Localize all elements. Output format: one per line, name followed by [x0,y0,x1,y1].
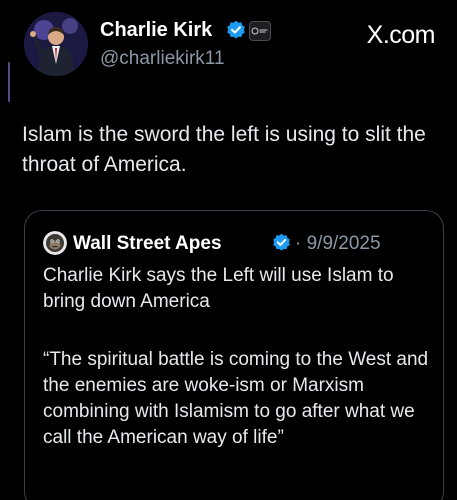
quote-author-avatar[interactable] [43,231,67,255]
quoted-tweet-card[interactable]: Wall Street Apes · 9/9/2025 Charlie Kirk… [24,210,444,500]
author-avatar[interactable] [24,12,88,76]
brand-watermark[interactable]: X.com [367,21,436,50]
person-portrait-avatar-icon [24,12,88,76]
quote-headline: Charlie Kirk says the Left will use Isla… [43,265,394,312]
quote-author-name[interactable]: Wall Street Apes [73,233,222,255]
quote-verified-checkmark-icon [273,233,290,251]
author-display-name[interactable]: Charlie Kirk [100,19,212,42]
tweet-text: Islam is the sword the left is using to … [22,123,426,176]
ape-avatar-icon [43,231,67,255]
quote-date[interactable]: · 9/9/2025 [295,233,381,255]
verified-checkmark-icon [227,20,245,39]
quote-body: “The spiritual battle is coming to the W… [43,349,429,448]
affiliate-org-badge-icon[interactable] [249,21,271,41]
thread-line [8,62,10,102]
author-handle[interactable]: @charliekirk11 [100,48,225,70]
affiliate-logo-icon [251,27,268,35]
